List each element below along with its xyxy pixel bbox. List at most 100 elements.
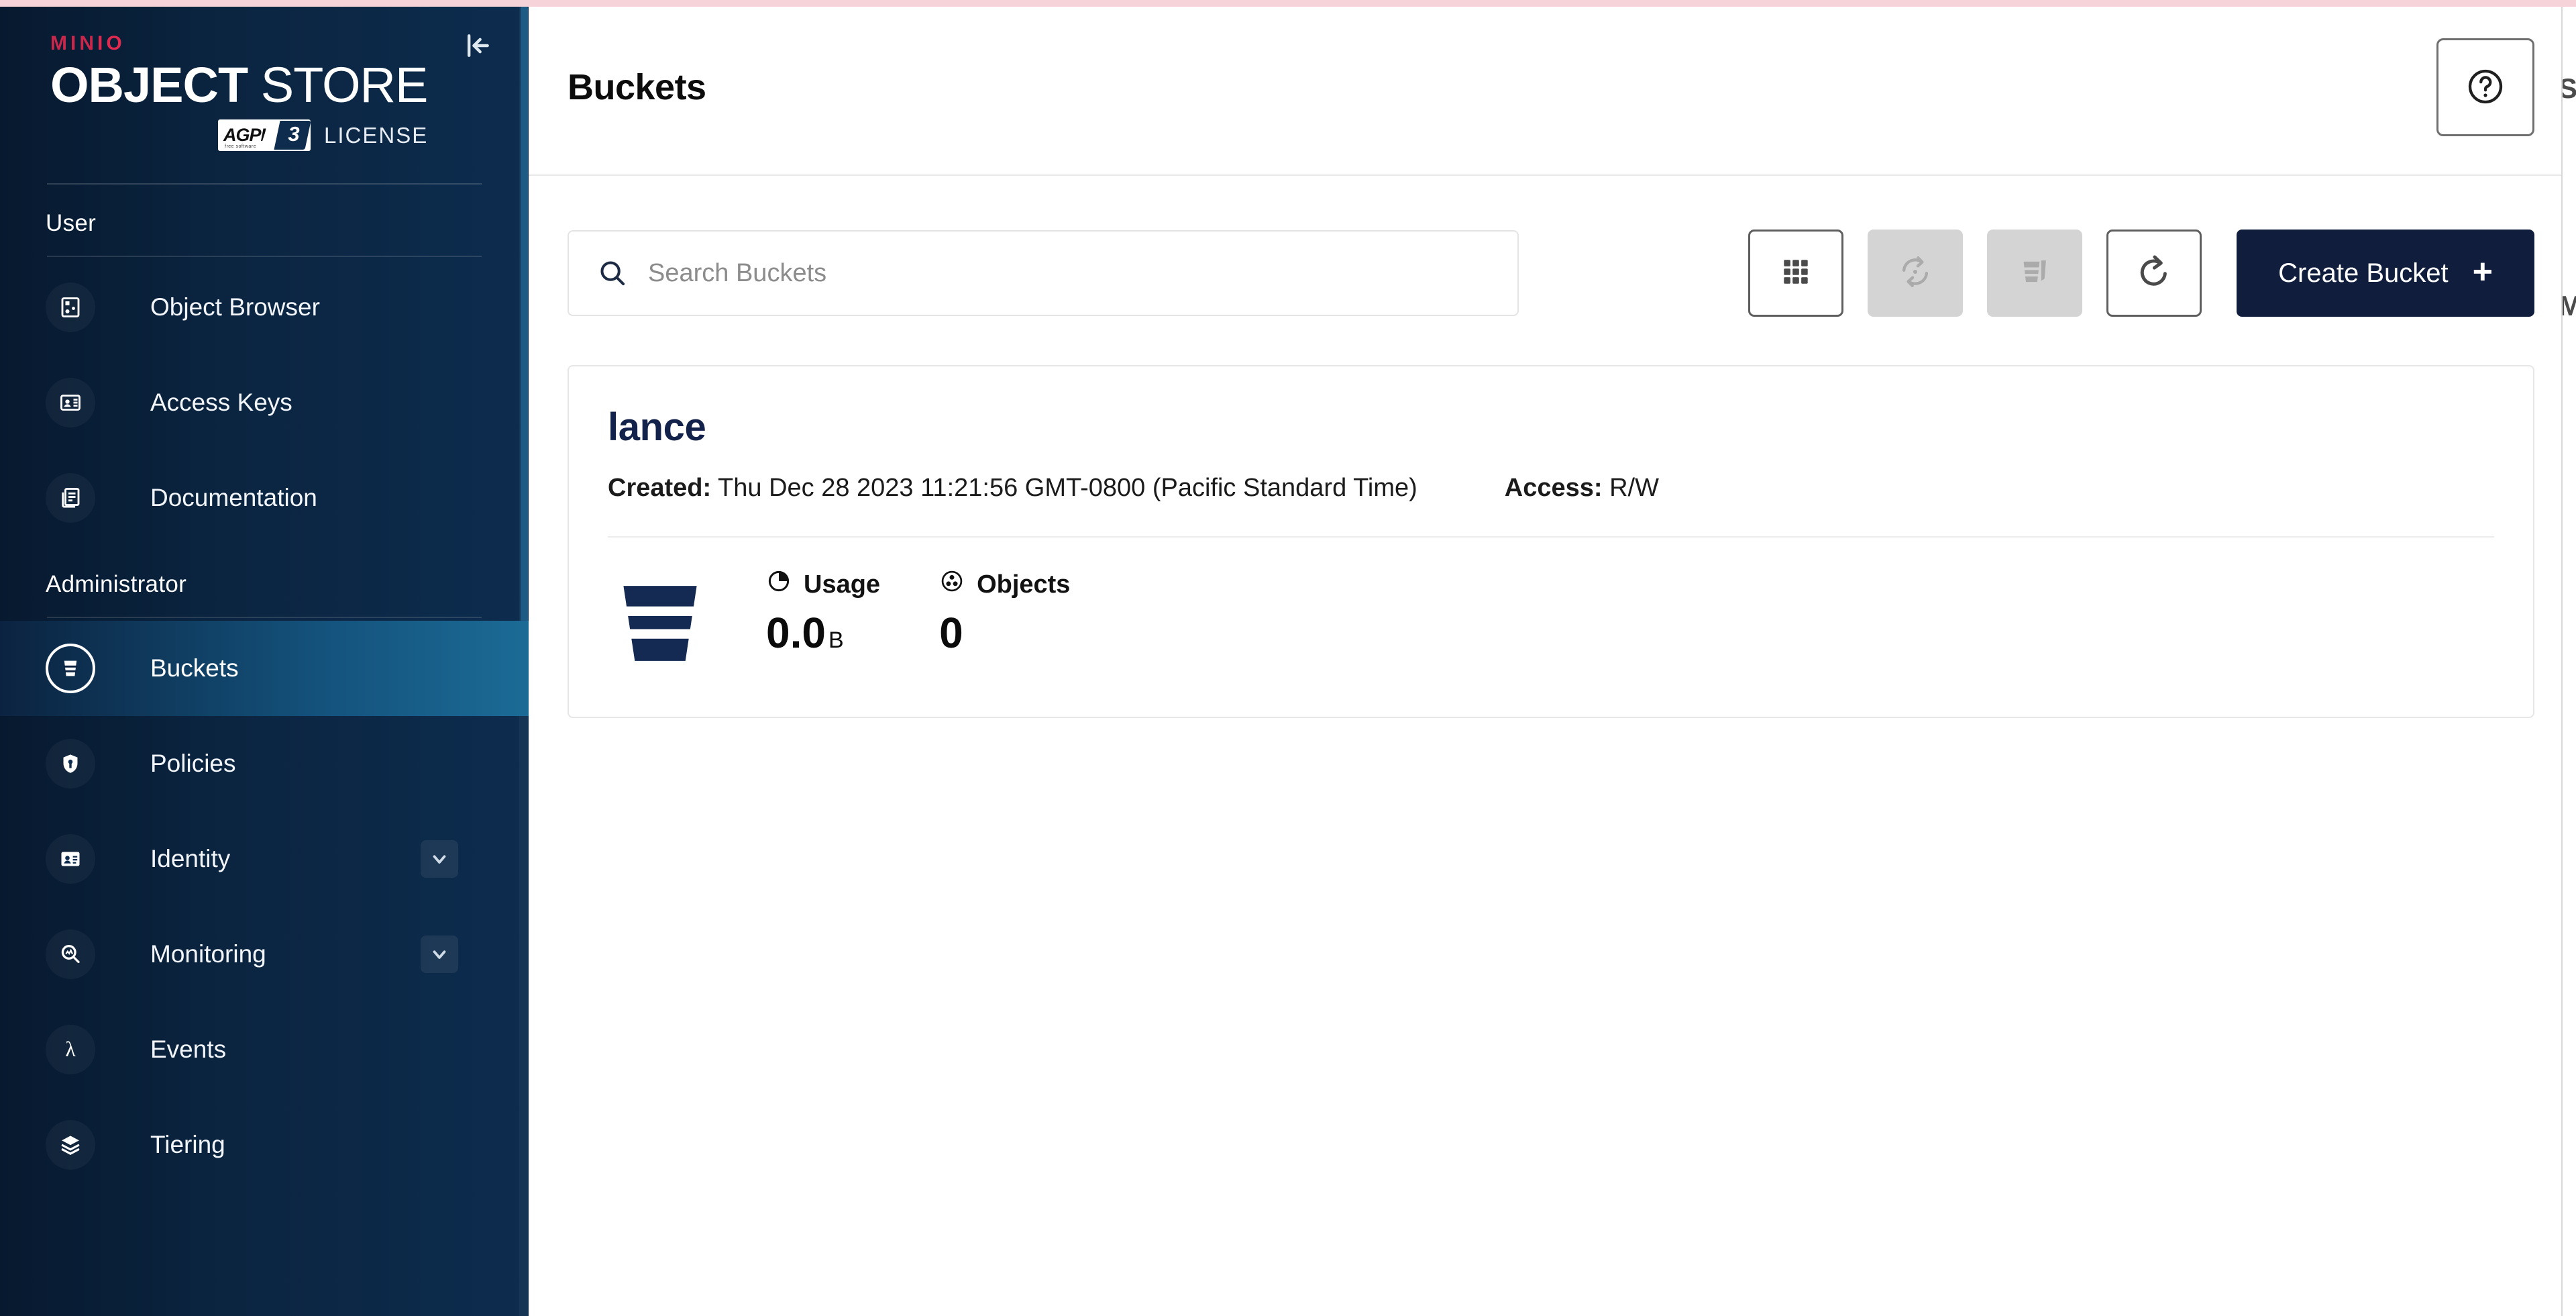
sidebar-item-label: Policies — [150, 750, 236, 778]
objects-label: Objects — [977, 570, 1070, 599]
tiering-layers-icon — [46, 1120, 95, 1170]
sidebar-item-access-keys[interactable]: Access Keys — [0, 355, 529, 450]
sliver-glyph-top: S — [2561, 72, 2576, 105]
replication-button[interactable] — [1868, 230, 1963, 317]
help-button[interactable] — [2436, 38, 2534, 136]
object-store-wordmark: OBJECT STORE — [50, 61, 529, 109]
sidebar-item-object-browser[interactable]: Object Browser — [0, 260, 529, 355]
sliver-glyph-bottom: M — [2561, 290, 2576, 322]
svg-text:λ: λ — [65, 1037, 76, 1061]
right-edge-sliver: S M — [2561, 0, 2576, 1316]
collapse-sidebar-icon[interactable] — [459, 27, 496, 64]
objects-stat: Objects 0 — [939, 568, 1070, 654]
top-accent-strip — [0, 0, 2576, 7]
nav-section-rule-user — [47, 256, 482, 257]
chevron-down-icon[interactable] — [421, 935, 458, 973]
monitoring-magnifier-icon — [46, 929, 95, 979]
minio-wordmark: MINIO — [50, 34, 529, 54]
sidebar-item-label: Access Keys — [150, 389, 292, 417]
delete-bucket-icon — [2017, 254, 2052, 293]
sidebar-item-identity[interactable]: Identity — [0, 811, 529, 907]
nav-list-administrator: Buckets Policies — [0, 621, 529, 1193]
page-content: Create Bucket + lance Created: Thu Dec 2… — [529, 176, 2576, 718]
license-label: LICENSE — [324, 123, 428, 148]
bucket-created: Created: Thu Dec 28 2023 11:21:56 GMT-08… — [608, 474, 1417, 503]
bucket-name: lance — [608, 408, 2494, 447]
sidebar: MINIO OBJECT STORE AGPL free software LI… — [0, 0, 529, 1316]
sidebar-item-policies[interactable]: Policies — [0, 716, 529, 811]
sidebar-item-label: Documentation — [150, 484, 317, 512]
sidebar-item-label: Monitoring — [150, 940, 266, 968]
sidebar-item-tiering[interactable]: Tiering — [0, 1097, 529, 1193]
bucket-stats-row: Usage 0.0 B — [608, 568, 2494, 679]
store-word: STORE — [248, 57, 427, 113]
license-row: AGPL free software LICENSE — [50, 119, 529, 151]
access-value: R/W — [1603, 474, 1659, 502]
object-browser-icon — [46, 283, 95, 332]
pie-chart-icon — [766, 568, 792, 601]
page-header: Buckets — [529, 0, 2576, 176]
sidebar-item-label: Tiering — [150, 1131, 225, 1159]
bucket-access: Access: R/W — [1505, 474, 1659, 503]
usage-unit: B — [828, 629, 844, 652]
sidebar-item-buckets[interactable]: Buckets — [0, 621, 529, 716]
chevron-down-icon[interactable] — [421, 840, 458, 878]
brand-block: MINIO OBJECT STORE AGPL free software LI… — [0, 0, 529, 151]
bucket-icon — [46, 644, 95, 693]
grid-icon — [1779, 255, 1813, 292]
minio-io: IO — [97, 32, 125, 54]
created-label: Created: — [608, 474, 711, 502]
main-content: Buckets — [529, 0, 2576, 1316]
bucket-card[interactable]: lance Created: Thu Dec 28 2023 11:21:56 … — [568, 365, 2534, 718]
create-bucket-label: Create Bucket — [2278, 258, 2448, 289]
policy-lock-icon — [46, 739, 95, 789]
access-label: Access: — [1505, 474, 1603, 502]
grid-view-button[interactable] — [1748, 230, 1843, 317]
agpl-subtext: free software — [225, 144, 256, 149]
plus-icon: + — [2473, 254, 2493, 289]
agpl-badge: AGPL free software — [218, 119, 311, 151]
objects-circle-icon — [939, 568, 965, 601]
documentation-icon — [46, 473, 95, 523]
sidebar-item-label: Events — [150, 1035, 226, 1064]
usage-head: Usage — [766, 568, 880, 601]
delete-buckets-button[interactable] — [1987, 230, 2082, 317]
lambda-icon: λ — [46, 1025, 95, 1074]
objects-value: 0 — [939, 611, 963, 654]
usage-stat: Usage 0.0 B — [766, 568, 880, 654]
sidebar-item-label: Object Browser — [150, 293, 320, 321]
minio-min: MIN — [50, 32, 97, 54]
refresh-button[interactable] — [2106, 230, 2202, 317]
access-keys-icon — [46, 378, 95, 427]
usage-label: Usage — [804, 570, 880, 599]
nav-section-title-administrator: Administrator — [0, 546, 529, 598]
search-icon — [597, 258, 628, 289]
nav-section-rule-administrator — [47, 617, 482, 618]
card-divider — [608, 536, 2494, 538]
create-bucket-button[interactable]: Create Bucket + — [2237, 230, 2534, 317]
sidebar-item-label: Identity — [150, 845, 230, 873]
nav-section-title-user: User — [0, 185, 529, 237]
sidebar-item-events[interactable]: λ Events — [0, 1002, 529, 1097]
created-value: Thu Dec 28 2023 11:21:56 GMT-0800 (Pacif… — [711, 474, 1417, 502]
sidebar-item-documentation[interactable]: Documentation — [0, 450, 529, 546]
help-circle-icon — [2465, 66, 2506, 109]
search-buckets-field[interactable] — [568, 230, 1519, 316]
usage-value-row: 0.0 B — [766, 611, 880, 654]
refresh-icon — [2136, 254, 2172, 293]
buckets-toolbar: Create Bucket + — [568, 230, 2534, 317]
objects-head: Objects — [939, 568, 1070, 601]
minio-console-app: MINIO OBJECT STORE AGPL free software LI… — [0, 0, 2576, 1316]
usage-value: 0.0 — [766, 611, 826, 654]
nav-list-user: Object Browser Access Keys — [0, 260, 529, 546]
page-title: Buckets — [568, 66, 706, 108]
search-input[interactable] — [648, 232, 1453, 315]
bucket-icon — [608, 571, 712, 679]
identity-card-icon — [46, 834, 95, 884]
sidebar-item-label: Buckets — [150, 654, 239, 682]
objects-value-row: 0 — [939, 611, 1070, 654]
object-word: OBJECT — [50, 57, 248, 113]
sidebar-item-monitoring[interactable]: Monitoring — [0, 907, 529, 1002]
bucket-meta-row: Created: Thu Dec 28 2023 11:21:56 GMT-08… — [608, 474, 2494, 503]
sync-replication-icon — [1898, 254, 1933, 293]
